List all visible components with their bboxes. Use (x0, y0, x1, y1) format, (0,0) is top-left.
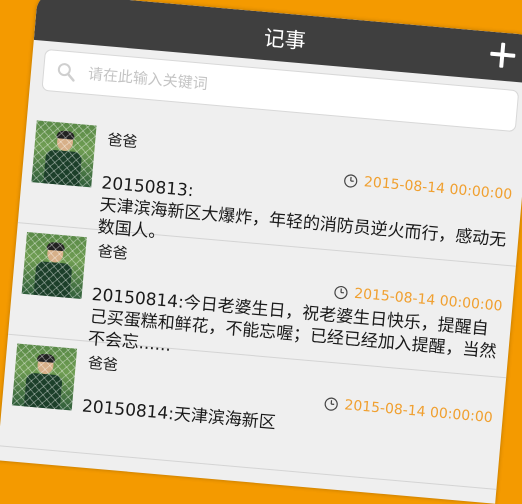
avatar (12, 344, 77, 411)
note-list: 爸爸 2015-08-14 00:00:00 20150813: 天津滨海新区大… (0, 112, 522, 490)
avatar (31, 120, 96, 187)
clock-icon (343, 173, 358, 188)
clock-icon (334, 285, 349, 300)
clock-icon (324, 397, 339, 412)
add-note-button[interactable] (487, 40, 517, 70)
avatar (22, 232, 87, 299)
search-icon (55, 61, 77, 83)
app-screen: 记事 爸爸 (0, 0, 522, 504)
